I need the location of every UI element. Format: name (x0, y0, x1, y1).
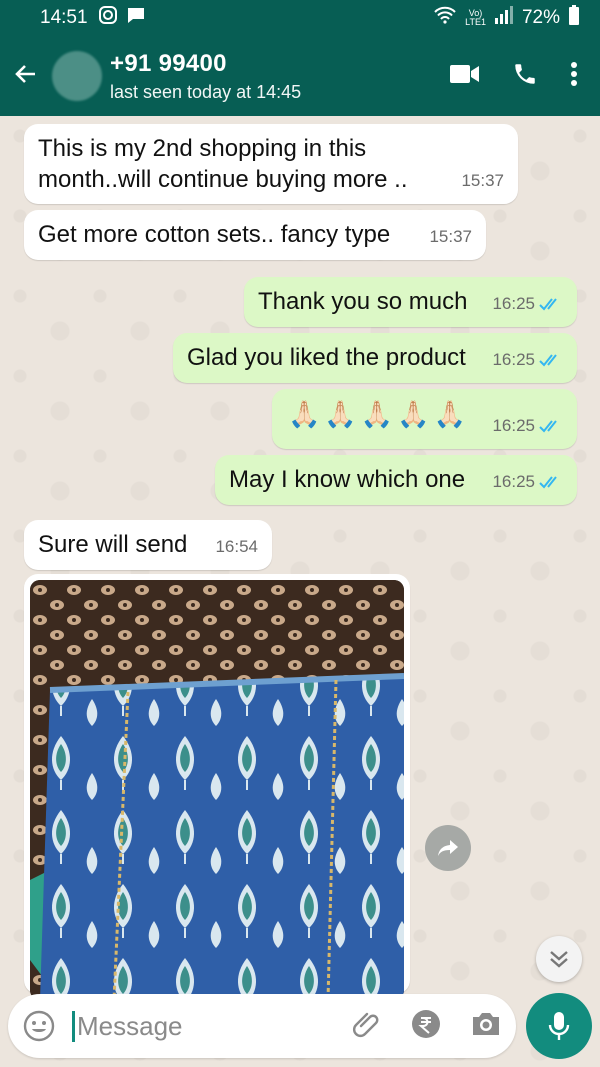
message-bubble-outgoing[interactable]: May I know which one 16:25 (215, 455, 577, 505)
image-message[interactable] (24, 574, 410, 1000)
read-ticks-icon (539, 297, 557, 310)
avatar[interactable] (52, 51, 102, 101)
message-time: 16:54 (215, 537, 258, 556)
message-bubble-outgoing[interactable]: Thank you so much 16:25 (244, 277, 577, 327)
signal-icon (494, 6, 514, 30)
forward-icon (438, 840, 458, 856)
more-vertical-icon (571, 61, 577, 86)
phone-icon (515, 63, 535, 84)
video-camera-icon (450, 64, 479, 83)
instagram-icon (98, 5, 118, 31)
message-bubble-incoming[interactable]: Sure will send 16:54 (24, 520, 272, 570)
voice-call-button[interactable] (512, 61, 538, 92)
rupee-icon (412, 1009, 440, 1038)
battery-icon (568, 5, 580, 31)
chevron-double-down-icon (550, 951, 568, 968)
microphone-icon (548, 1012, 570, 1040)
read-ticks-icon (539, 419, 557, 432)
message-time: 16:25 (492, 294, 535, 313)
message-bubble-outgoing[interactable]: Glad you liked the product 16:25 (173, 333, 577, 383)
message-bubble-outgoing[interactable]: 🙏🏻🙏🏻🙏🏻🙏🏻🙏🏻 16:25 (272, 389, 577, 449)
message-time: 15:37 (429, 227, 472, 246)
emoji-icon (23, 1010, 55, 1042)
last-seen: last seen today at 14:45 (110, 81, 302, 102)
contact-info[interactable]: +91 99400 last seen today at 14:45 (106, 50, 301, 103)
read-ticks-icon (539, 475, 557, 488)
camera-icon (473, 1012, 499, 1035)
menu-button[interactable] (570, 61, 578, 92)
wifi-icon (433, 6, 457, 30)
message-time: 16:25 (492, 350, 535, 369)
read-ticks-icon (539, 353, 557, 366)
message-time: 16:25 (492, 416, 535, 435)
contact-name: +91 99400 (110, 49, 227, 77)
message-time: 15:37 (461, 171, 504, 190)
attach-button[interactable] (352, 1009, 382, 1044)
status-bar: 14:51 Vo) LTE1 72% (0, 0, 600, 36)
emoji-button[interactable] (22, 1009, 56, 1043)
chat-header: +91 99400 last seen today at 14:45 (0, 36, 600, 116)
message-bubble-incoming[interactable]: Get more cotton sets.. fancy type 15:37 (24, 210, 486, 260)
status-time: 14:51 (40, 7, 88, 28)
product-photo[interactable] (30, 580, 404, 1000)
camera-button[interactable] (470, 1010, 502, 1043)
scroll-to-bottom-button[interactable] (536, 936, 582, 982)
video-call-button[interactable] (450, 63, 480, 90)
payment-button[interactable] (410, 1008, 442, 1045)
voice-message-button[interactable] (526, 993, 592, 1059)
network-type: Vo) LTE1 (465, 8, 486, 27)
message-text: Get more cotton sets.. fancy type (38, 221, 391, 248)
back-button[interactable] (2, 61, 50, 92)
forward-button[interactable] (425, 825, 471, 871)
message-notification-icon (126, 5, 146, 31)
message-input[interactable] (72, 1010, 322, 1042)
message-text: This is my 2nd shopping in this month..w… (38, 135, 408, 193)
message-composer (8, 994, 516, 1058)
battery-percent: 72% (521, 7, 560, 28)
arrow-back-icon (13, 61, 39, 92)
paperclip-icon (353, 1012, 379, 1037)
message-time: 16:25 (492, 472, 535, 491)
message-bubble-incoming[interactable]: This is my 2nd shopping in this month..w… (24, 124, 518, 204)
